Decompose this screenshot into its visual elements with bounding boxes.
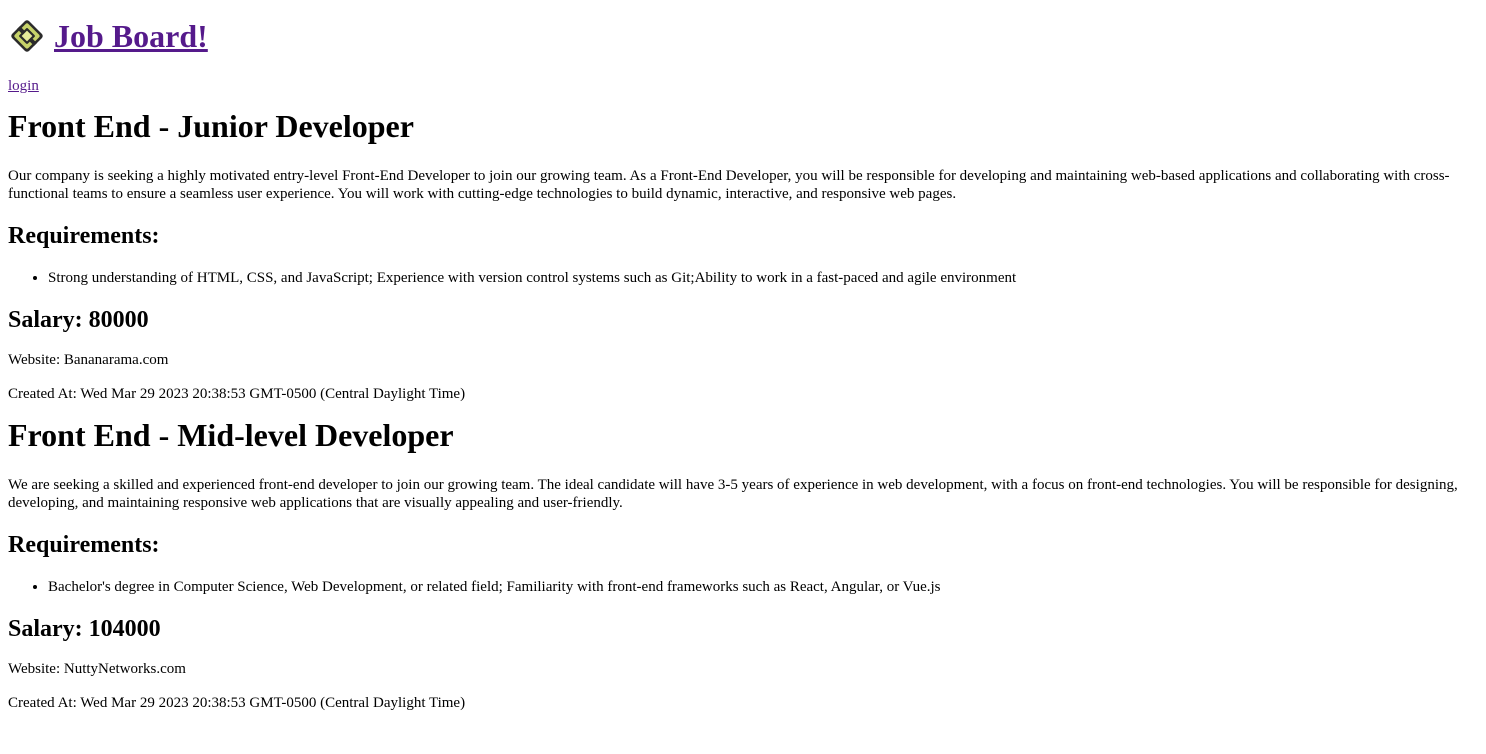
diamond-logo-icon[interactable]: [8, 17, 46, 55]
requirements-heading: Requirements:: [8, 532, 160, 558]
created-at: Created At: Wed Mar 29 2023 20:38:53 GMT…: [8, 386, 466, 402]
job-title: Front End - Junior Developer: [8, 108, 414, 144]
requirements-list: Bachelor's degree in Computer Science, W…: [8, 578, 1478, 596]
job-description: Our company is seeking a highly motivate…: [8, 168, 1450, 202]
requirements-list: Strong understanding of HTML, CSS, and J…: [8, 269, 1478, 287]
requirements-heading: Requirements:: [8, 223, 160, 249]
website: Website: NuttyNetworks.com: [8, 661, 186, 677]
site-title-link[interactable]: Job Board!: [54, 18, 208, 54]
job-listing: Front End - Junior Developer Our company…: [8, 108, 1478, 403]
site-title: Job Board!: [54, 16, 208, 56]
job-title: Front End - Mid-level Developer: [8, 417, 454, 453]
login-link[interactable]: login: [8, 77, 1478, 95]
created-at: Created At: Wed Mar 29 2023 20:38:53 GMT…: [8, 695, 466, 711]
job-listing: Front End - Mid-level Developer We are s…: [8, 417, 1478, 712]
requirement-item: Bachelor's degree in Computer Science, W…: [48, 578, 1478, 596]
site-header: Job Board!: [8, 16, 1478, 56]
salary: Salary: 104000: [8, 616, 161, 642]
salary: Salary: 80000: [8, 307, 149, 333]
job-description: We are seeking a skilled and experienced…: [8, 477, 1458, 511]
requirement-item: Strong understanding of HTML, CSS, and J…: [48, 269, 1478, 287]
website: Website: Bananarama.com: [8, 352, 169, 368]
